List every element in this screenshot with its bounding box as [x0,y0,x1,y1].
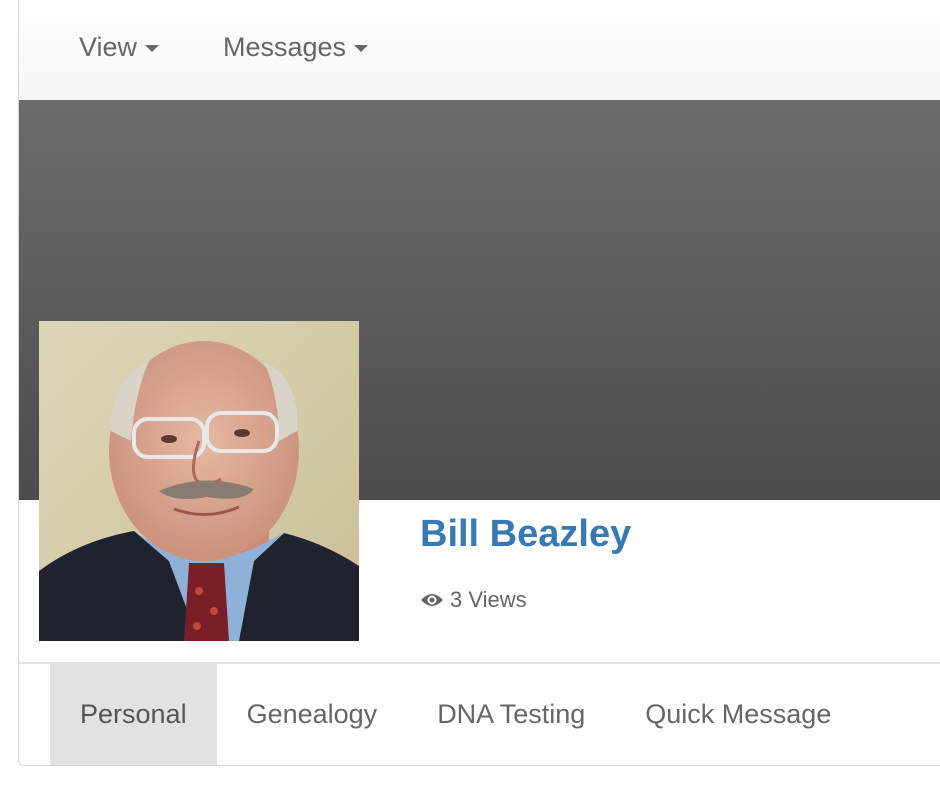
tab-dna-testing[interactable]: DNA Testing [407,664,615,765]
view-menu-label: View [79,32,138,62]
profile-card: View Messages Bill Beazley 3 Views Perso… [18,0,940,766]
view-count-label: 3 Views [450,587,527,612]
eye-icon [421,594,443,606]
profile-photo [39,321,359,641]
tab-personal[interactable]: Personal [50,664,217,765]
messages-menu-label: Messages [223,32,347,62]
tab-quick-message[interactable]: Quick Message [615,664,861,765]
tab-genealogy[interactable]: Genealogy [217,664,408,765]
messages-menu[interactable]: Messages [223,32,369,63]
top-navigation: View Messages [19,0,940,100]
profile-tabs: Personal Genealogy DNA Testing Quick Mes… [50,664,861,765]
caret-down-icon [145,45,160,52]
profile-name[interactable]: Bill Beazley [420,513,631,556]
avatar[interactable] [39,321,359,641]
view-menu[interactable]: View [79,32,160,63]
view-count: 3 Views [420,587,527,613]
caret-down-icon [354,45,369,52]
